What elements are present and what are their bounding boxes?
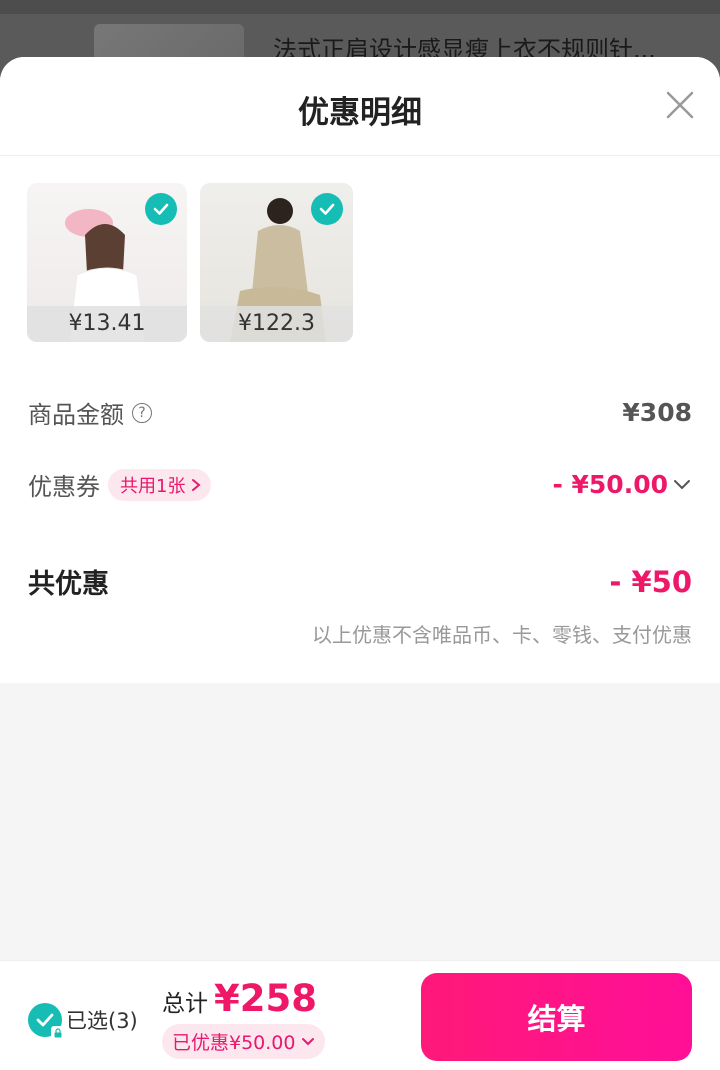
product-thumbnail[interactable]: ¥13.41 — [27, 183, 187, 342]
total-amount: ¥258 — [214, 977, 317, 1020]
selected-check-icon[interactable] — [28, 1003, 65, 1040]
coupon-value: - ¥50.00 — [552, 470, 668, 499]
coupon-label: 优惠券 — [28, 473, 100, 501]
lock-icon — [51, 1026, 65, 1040]
product-price: ¥122.3 — [200, 306, 353, 342]
help-icon[interactable]: ? — [132, 402, 152, 423]
discount-detail-sheet: 优惠明细 ¥13.41 ¥122.3 商品金额 ? ¥308 优惠券 共用1张 … — [0, 57, 720, 1069]
sheet-title: 优惠明细 — [298, 95, 422, 131]
chevron-right-icon — [192, 478, 202, 491]
checkout-button[interactable]: 结算 — [421, 973, 692, 1061]
total-label: 总计 — [162, 991, 208, 1017]
selected-check-icon[interactable] — [145, 193, 177, 225]
product-thumbnail-list: ¥13.41 ¥122.3 — [27, 183, 353, 342]
coupon-count-text: 共用1张 — [120, 475, 186, 497]
total-summary: 总计 ¥258 已优惠¥50.00 — [162, 977, 326, 1059]
coupon-value-dropdown[interactable]: - ¥50.00 — [552, 470, 692, 499]
goods-amount-label: 商品金额 — [28, 401, 124, 429]
select-all-toggle[interactable]: 已选(3) — [28, 1003, 138, 1040]
sheet-header: 优惠明细 — [0, 57, 720, 156]
product-thumbnail[interactable]: ¥122.3 — [200, 183, 353, 342]
bottom-action-bar: 已选(3) 总计 ¥258 已优惠¥50.00 结算 — [0, 960, 720, 1070]
total-discount-row: 共优惠 - ¥50 — [28, 562, 692, 601]
total-discount-label: 共优惠 — [28, 569, 109, 600]
selected-count: 已选(3) — [66, 1009, 138, 1033]
background-header — [0, 0, 720, 14]
selected-check-icon[interactable] — [311, 193, 343, 225]
goods-amount-row: 商品金额 ? ¥308 — [28, 395, 692, 430]
chevron-down-icon — [674, 479, 690, 489]
discount-note: 以上优惠不含唯品币、卡、零钱、支付优惠 — [312, 623, 692, 647]
close-icon[interactable] — [662, 87, 698, 123]
total-discount-value: - ¥50 — [609, 564, 692, 599]
sheet-content: 优惠明细 ¥13.41 ¥122.3 商品金额 ? ¥308 优惠券 共用1张 … — [0, 57, 720, 683]
close-button[interactable] — [662, 87, 698, 123]
goods-amount-value: ¥308 — [622, 398, 692, 427]
coupon-row: 优惠券 共用1张 - ¥50.00 — [28, 467, 692, 502]
product-price: ¥13.41 — [27, 306, 187, 342]
chevron-down-icon — [302, 1037, 315, 1045]
discount-summary-dropdown[interactable]: 已优惠¥50.00 — [162, 1024, 326, 1059]
coupon-count-tag[interactable]: 共用1张 — [108, 468, 212, 501]
discount-summary-text: 已优惠¥50.00 — [172, 1032, 296, 1054]
